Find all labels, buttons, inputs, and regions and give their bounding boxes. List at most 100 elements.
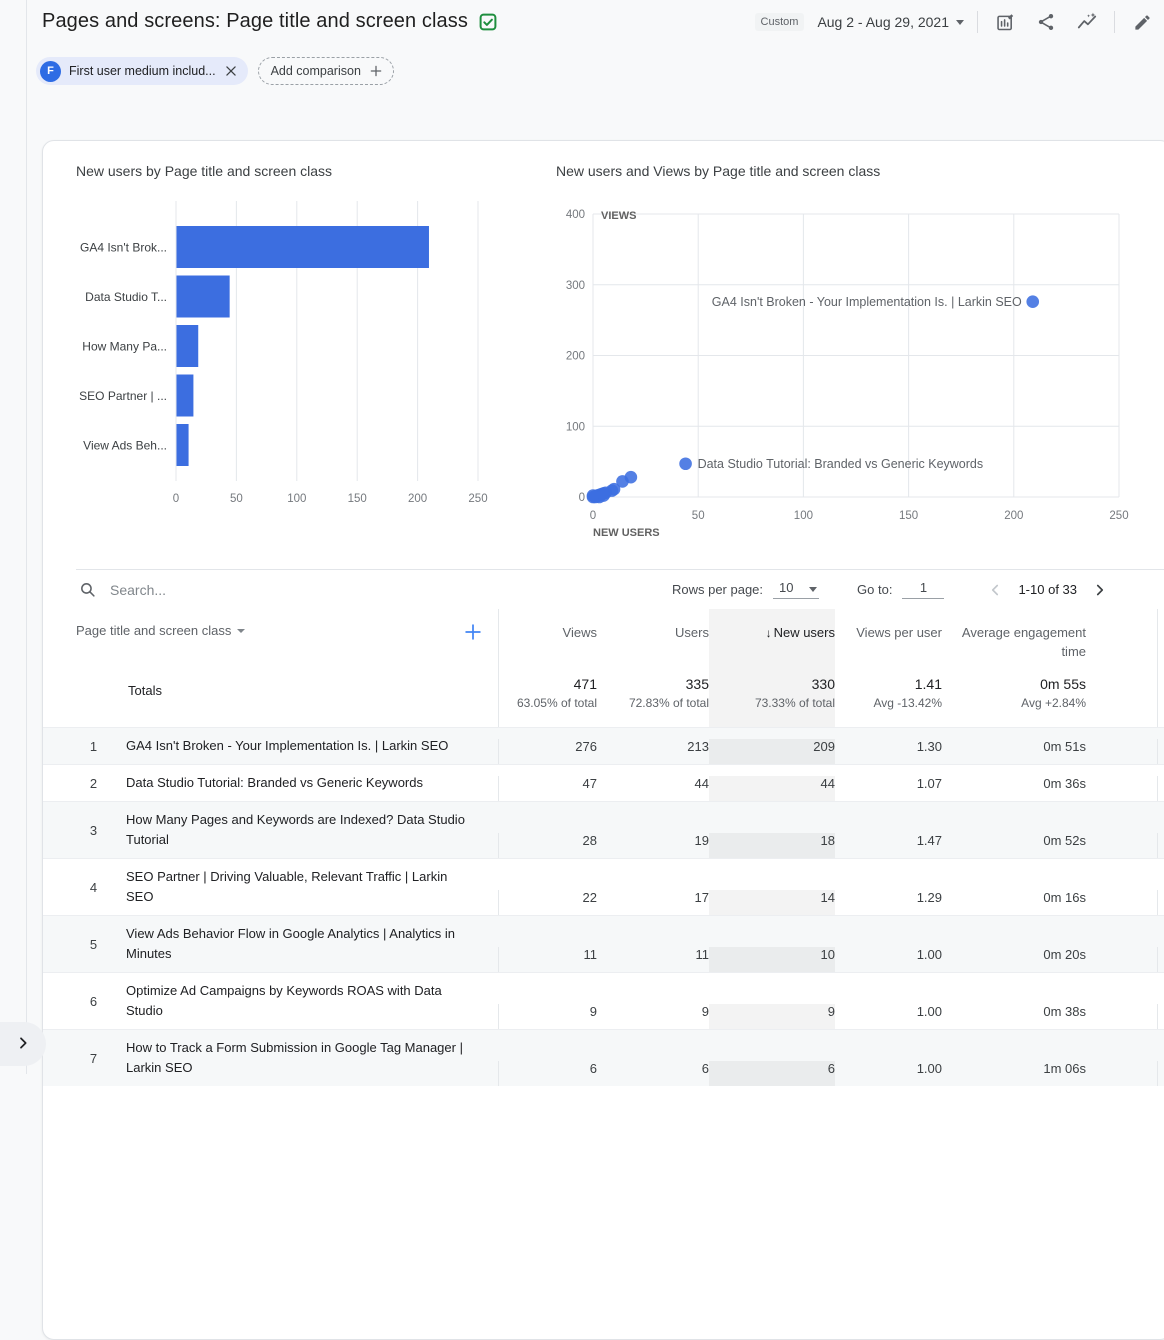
row-views-per-user: 1.29 xyxy=(835,890,942,915)
chevron-down-icon xyxy=(809,587,817,592)
rows-per-page-select[interactable]: 10 xyxy=(773,580,819,599)
report-check-icon xyxy=(478,12,498,32)
row-users: 19 xyxy=(597,833,709,858)
svg-text:0: 0 xyxy=(579,492,585,504)
column-header-new-users[interactable]: ↓New users xyxy=(709,609,835,663)
plus-icon xyxy=(369,64,383,78)
table-row[interactable]: 7 How to Track a Form Submission in Goog… xyxy=(43,1029,1164,1086)
report-card: New users by Page title and screen class… xyxy=(42,140,1164,1340)
close-icon[interactable] xyxy=(224,64,238,78)
search-icon xyxy=(79,581,96,598)
plus-icon xyxy=(462,621,484,643)
row-page-title: Optimize Ad Campaigns by Keywords ROAS w… xyxy=(126,973,498,1029)
date-range-label: Aug 2 - Aug 29, 2021 xyxy=(817,14,949,30)
sort-descending-icon: ↓ xyxy=(766,626,772,640)
scatter-chart[interactable]: 0100200300400050100150200250VIEWSNEW USE… xyxy=(556,185,1138,543)
svg-text:100: 100 xyxy=(566,421,585,433)
comparison-chips-row: F First user medium includ... Add compar… xyxy=(36,57,394,85)
svg-text:GA4 Isn't Brok...: GA4 Isn't Brok... xyxy=(80,241,167,255)
dimension-header-dropdown[interactable]: Page title and screen class xyxy=(76,621,245,640)
svg-text:200: 200 xyxy=(1004,510,1023,522)
scatter-chart-title: New users and Views by Page title and sc… xyxy=(556,163,880,179)
comparison-avatar: F xyxy=(40,61,61,82)
date-range-picker[interactable]: Aug 2 - Aug 29, 2021 xyxy=(817,14,964,30)
insights-icon[interactable] xyxy=(1073,8,1101,36)
svg-text:250: 250 xyxy=(1109,510,1128,522)
row-views: 11 xyxy=(498,947,597,972)
row-users: 9 xyxy=(597,1004,709,1029)
svg-text:50: 50 xyxy=(230,493,243,505)
svg-text:Data Studio Tutorial: Branded: Data Studio Tutorial: Branded vs Generic… xyxy=(698,457,984,471)
comparison-chip-label: First user medium includ... xyxy=(69,64,216,78)
search-input[interactable] xyxy=(110,582,410,598)
next-page-icon[interactable] xyxy=(1087,581,1113,599)
row-number: 2 xyxy=(43,776,126,791)
table-row[interactable]: 4 SEO Partner | Driving Valuable, Releva… xyxy=(43,858,1164,915)
divider xyxy=(1114,11,1115,33)
row-views: 28 xyxy=(498,833,597,858)
collapsed-nav-rail xyxy=(0,0,27,1074)
chevron-down-icon xyxy=(956,20,964,25)
totals-views-per-user: 1.41 xyxy=(835,674,942,694)
rows-per-page-label: Rows per page: xyxy=(672,582,763,597)
expand-nav-button[interactable] xyxy=(0,1022,46,1066)
divider xyxy=(977,11,978,33)
page-title: Pages and screens: Page title and screen… xyxy=(42,10,468,33)
table-header: Page title and screen class Views Users … xyxy=(43,609,1164,663)
row-avg-engagement: 0m 52s xyxy=(942,833,1158,858)
svg-text:200: 200 xyxy=(408,493,427,505)
add-comparison-button[interactable]: Add comparison xyxy=(258,57,394,85)
row-avg-engagement: 0m 16s xyxy=(942,890,1158,915)
row-page-title: Data Studio Tutorial: Branded vs Generic… xyxy=(126,765,498,801)
totals-views-per-user-sub: Avg -13.42% xyxy=(835,694,942,712)
svg-text:50: 50 xyxy=(692,510,705,522)
column-header-views-per-user[interactable]: Views per user xyxy=(835,609,942,663)
row-new-users: 14 xyxy=(709,890,835,915)
row-new-users: 10 xyxy=(709,947,835,972)
goto-page-input[interactable]: 1 xyxy=(902,580,944,599)
svg-text:SEO Partner | ...: SEO Partner | ... xyxy=(79,389,167,403)
row-users: 44 xyxy=(597,776,709,801)
comparison-chip[interactable]: F First user medium includ... xyxy=(36,57,248,85)
row-page-title: How to Track a Form Submission in Google… xyxy=(126,1030,498,1086)
prev-page-icon[interactable] xyxy=(982,581,1008,599)
row-number: 3 xyxy=(43,823,126,838)
table-row[interactable]: 5 View Ads Behavior Flow in Google Analy… xyxy=(43,915,1164,972)
svg-text:How Many Pa...: How Many Pa... xyxy=(82,340,167,354)
totals-avg-engagement-sub: Avg +2.84% xyxy=(942,694,1086,712)
row-new-users: 44 xyxy=(709,776,835,801)
svg-text:NEW USERS: NEW USERS xyxy=(593,527,660,539)
table-row[interactable]: 1 GA4 Isn't Broken - Your Implementation… xyxy=(43,727,1164,764)
bar-chart-title: New users by Page title and screen class xyxy=(76,163,332,179)
customize-report-icon[interactable] xyxy=(991,8,1019,36)
svg-text:0: 0 xyxy=(590,510,596,522)
table-row[interactable]: 2 Data Studio Tutorial: Branded vs Gener… xyxy=(43,764,1164,801)
row-new-users: 18 xyxy=(709,833,835,858)
edit-pencil-icon[interactable] xyxy=(1128,8,1156,36)
bar-chart[interactable]: 050100150200250GA4 Isn't Brok...Data Stu… xyxy=(76,189,538,519)
svg-text:250: 250 xyxy=(468,493,487,505)
table-rows: 1 GA4 Isn't Broken - Your Implementation… xyxy=(43,727,1164,1086)
table-row[interactable]: 6 Optimize Ad Campaigns by Keywords ROAS… xyxy=(43,972,1164,1029)
table-row[interactable]: 3 How Many Pages and Keywords are Indexe… xyxy=(43,801,1164,858)
row-new-users: 209 xyxy=(709,739,835,764)
column-header-views[interactable]: Views xyxy=(498,609,597,663)
share-icon[interactable] xyxy=(1032,8,1060,36)
svg-text:400: 400 xyxy=(566,209,585,221)
row-views: 9 xyxy=(498,1004,597,1029)
row-views: 22 xyxy=(498,890,597,915)
row-page-title: How Many Pages and Keywords are Indexed?… xyxy=(126,802,498,858)
svg-text:100: 100 xyxy=(287,493,306,505)
totals-views-sub: 63.05% of total xyxy=(499,694,597,712)
row-page-title: GA4 Isn't Broken - Your Implementation I… xyxy=(126,728,498,764)
row-avg-engagement: 0m 20s xyxy=(942,947,1158,972)
rows-per-page-value: 10 xyxy=(779,580,793,595)
svg-text:View Ads Beh...: View Ads Beh... xyxy=(83,439,167,453)
svg-text:0: 0 xyxy=(173,493,179,505)
svg-text:200: 200 xyxy=(566,351,585,363)
column-header-avg-engagement[interactable]: Average engagement time xyxy=(942,609,1158,663)
column-header-users[interactable]: Users xyxy=(597,609,709,663)
row-page-title: SEO Partner | Driving Valuable, Relevant… xyxy=(126,859,498,915)
add-metric-button[interactable] xyxy=(462,621,484,646)
add-comparison-label: Add comparison xyxy=(271,64,361,78)
